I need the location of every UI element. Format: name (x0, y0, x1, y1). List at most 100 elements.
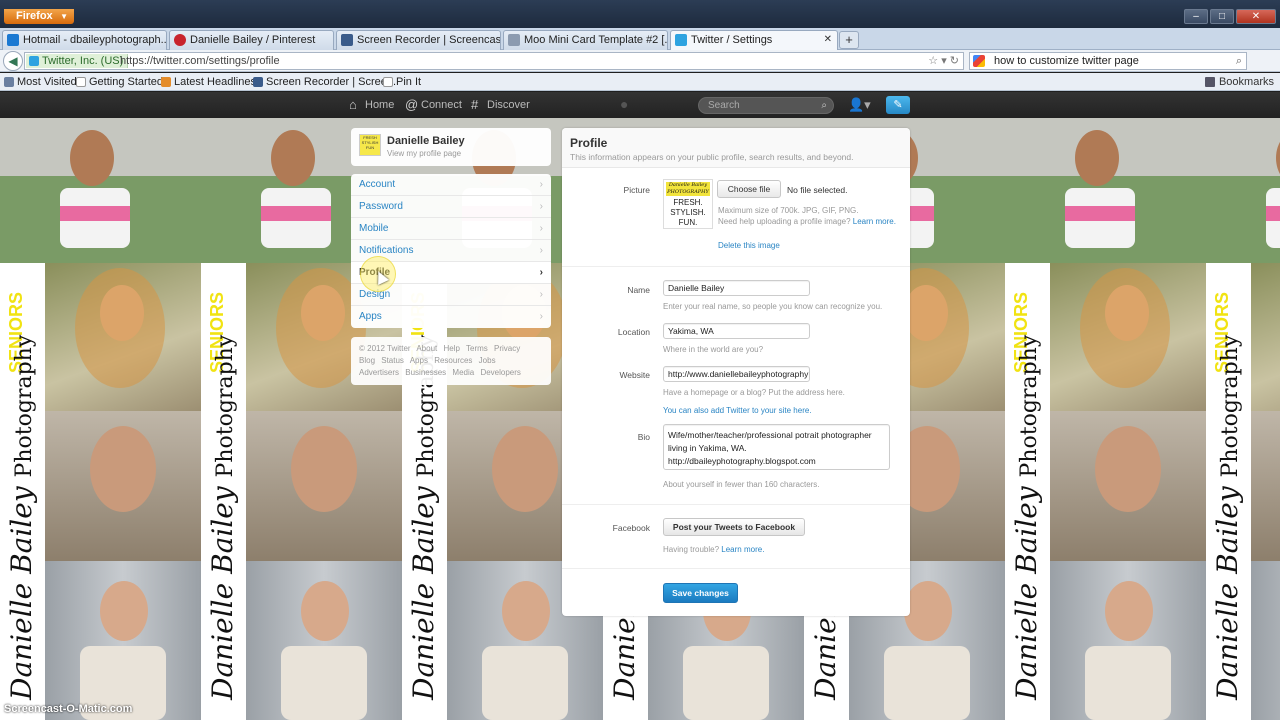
view-profile-link[interactable]: View my profile page (387, 149, 461, 158)
rss-icon (161, 77, 171, 87)
profile-name: Danielle Bailey (387, 135, 465, 147)
profile-settings-panel: Profile This information appears on your… (562, 128, 910, 616)
menu-caret-icon: ▼ (60, 12, 68, 21)
moo-icon (508, 34, 520, 46)
browser-search-box[interactable]: how to customize twitter page ⌕ (969, 52, 1247, 70)
background-tile: SENIORSDanielle Bailey Photography (0, 118, 201, 720)
new-tab-button[interactable]: + (839, 31, 859, 49)
firefox-menu-button[interactable]: Firefox ▼ (4, 9, 74, 24)
chevron-right-icon: › (539, 223, 543, 234)
website-input[interactable]: http://www.daniellebaileyphotography (663, 366, 810, 382)
picture-learn-more-link[interactable]: Learn more. (853, 217, 896, 226)
facebook-learn-more-link[interactable]: Learn more. (721, 545, 764, 554)
bookmarks-bar: Most Visited Getting Started Latest Head… (0, 73, 1280, 91)
bookmarks-menu[interactable]: Bookmarks (1204, 73, 1274, 91)
bookmark-latest-headlines[interactable]: Latest Headlines (160, 73, 256, 91)
footer-link[interactable]: Blog (359, 356, 375, 365)
compose-icon[interactable]: ✎ (886, 96, 910, 114)
footer-link[interactable]: Jobs (479, 356, 496, 365)
screencast-icon (253, 77, 263, 87)
page-icon (383, 77, 393, 87)
picture-label: Picture (623, 185, 650, 195)
photo (0, 118, 201, 263)
bio-help: About yourself in fewer than 160 charact… (663, 480, 820, 489)
chevron-right-icon: › (539, 179, 543, 190)
nav-discover[interactable]: # Discover (471, 92, 530, 118)
tab-pinterest[interactable]: Danielle Bailey / Pinterest (169, 30, 334, 50)
footer-links: © 2012 Twitter About Help Terms Privacy … (351, 337, 551, 385)
photo (45, 263, 201, 411)
brand-strip: SENIORSDanielle Bailey Photography (402, 263, 447, 720)
face (90, 426, 156, 512)
face (1095, 426, 1161, 512)
bookmark-screen-recorder[interactable]: Screen Recorder | Scree... (252, 73, 396, 91)
face (502, 581, 550, 641)
settings-nav-mobile[interactable]: Mobile › (351, 218, 551, 240)
scarf (683, 646, 769, 720)
search-icon[interactable]: ⌕ (1236, 53, 1242, 69)
tab-moo[interactable]: Moo Mini Card Template #2 [... (503, 30, 668, 50)
hair (1080, 268, 1170, 388)
settings-nav-account[interactable]: Account › (351, 174, 551, 196)
brand-name-text: Danielle Bailey Photography (206, 334, 239, 700)
bookmark-pin-it[interactable]: Pin It (382, 73, 421, 91)
twitter-bird-icon (29, 56, 39, 66)
settings-nav-apps[interactable]: Apps › (351, 306, 551, 328)
location-help: Where in the world are you? (663, 345, 764, 354)
footer-link[interactable]: Privacy (494, 344, 520, 353)
photo (1251, 411, 1280, 561)
footer-link[interactable]: About (416, 344, 437, 353)
bio-textarea[interactable]: Wife/mother/teacher/professional potrait… (663, 424, 890, 470)
footer-link[interactable]: Media (452, 368, 474, 377)
add-twitter-link[interactable]: You can also add Twitter to your site he… (663, 406, 812, 415)
face (70, 130, 114, 186)
profile-card[interactable]: FRESH STYLISH FUN Danielle Bailey View m… (351, 128, 551, 166)
chevron-right-icon: › (539, 289, 543, 300)
twitter-bird-icon[interactable]: ● (620, 97, 637, 111)
footer-link[interactable]: Developers (480, 368, 520, 377)
search-icon[interactable]: ⌕ (821, 98, 827, 113)
bookmark-most-visited[interactable]: Most Visited (3, 73, 77, 91)
maximize-button[interactable]: □ (1210, 9, 1234, 24)
brand-name-text: Danielle Bailey Photography (5, 334, 38, 700)
tab-twitter-settings[interactable]: Twitter / Settings ✕ (670, 30, 838, 50)
avatar: FRESH STYLISH FUN (359, 134, 381, 156)
name-input[interactable]: Danielle Bailey (663, 280, 810, 296)
face (1105, 581, 1153, 641)
url-bar[interactable]: Twitter, Inc. (US) https://twitter.com/s… (24, 52, 964, 70)
nav-home[interactable]: ⌂ Home (349, 92, 394, 118)
profile-picture: Danielle Bailey PHOTOGRAPHY FRESH. STYLI… (663, 179, 713, 229)
post-to-facebook-button[interactable]: Post your Tweets to Facebook (663, 518, 805, 536)
bookmark-getting-started[interactable]: Getting Started (75, 73, 163, 91)
brand-strip: SENIORSDanielle Bailey Photography (0, 263, 45, 720)
location-input[interactable]: Yakima, WA (663, 323, 810, 339)
back-button[interactable]: ◀ (3, 51, 23, 71)
footer-link[interactable]: Status (381, 356, 404, 365)
tab-screen-recorder[interactable]: Screen Recorder | Screencast-... (336, 30, 501, 50)
minimize-button[interactable]: – (1184, 9, 1208, 24)
footer-link[interactable]: Resources (434, 356, 472, 365)
close-tab-icon[interactable]: ✕ (824, 31, 832, 49)
chevron-right-icon: › (539, 267, 543, 278)
settings-nav-password[interactable]: Password › (351, 196, 551, 218)
chevron-right-icon: › (539, 245, 543, 256)
footer-link[interactable]: Help (443, 344, 459, 353)
picture-tagline: FRESH. STYLISH. FUN. (670, 198, 706, 227)
user-menu-icon[interactable]: 👤▾ (848, 96, 871, 114)
footer-link[interactable]: Terms (466, 344, 488, 353)
save-changes-button[interactable]: Save changes (663, 583, 738, 603)
nav-connect[interactable]: @ Connect (405, 92, 462, 118)
delete-image-link[interactable]: Delete this image (718, 241, 780, 250)
footer-link[interactable]: Advertisers (359, 368, 399, 377)
close-window-button[interactable]: ✕ (1236, 9, 1276, 24)
twitter-search-input[interactable]: Search ⌕ (698, 97, 834, 114)
choose-file-button[interactable]: Choose file (717, 180, 781, 198)
site-identity[interactable]: Twitter, Inc. (US) (26, 54, 129, 68)
tab-strip: Hotmail - dbaileyphotograph... Danielle … (0, 28, 1280, 50)
reload-icon[interactable]: ☆ ▾ ↻ (928, 53, 959, 69)
window-controls: – □ ✕ (1184, 9, 1276, 24)
website-label: Website (619, 370, 650, 380)
footer-link[interactable]: Apps (410, 356, 428, 365)
footer-link[interactable]: Businesses (405, 368, 446, 377)
tab-hotmail[interactable]: Hotmail - dbaileyphotograph... (2, 30, 167, 50)
